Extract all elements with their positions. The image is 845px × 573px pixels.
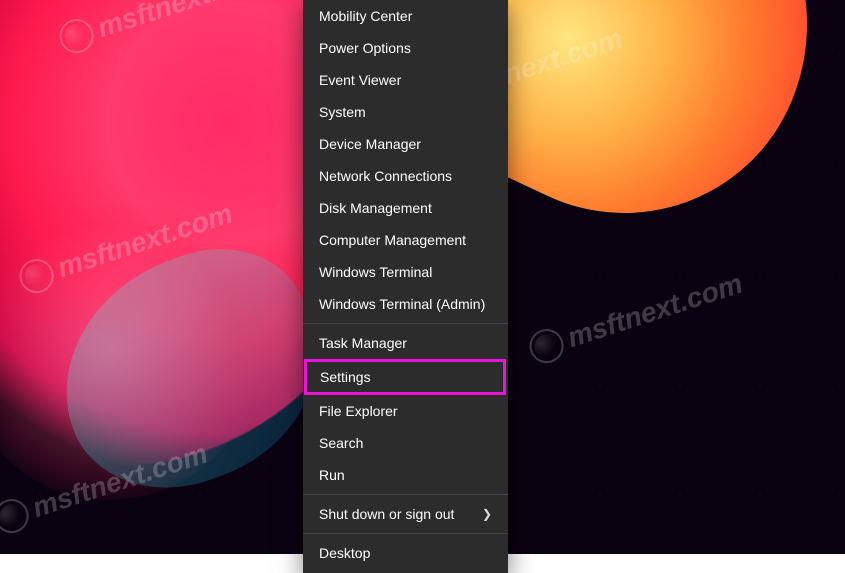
menu-item-device-manager[interactable]: Device Manager — [303, 128, 508, 160]
menu-item-desktop[interactable]: Desktop — [303, 537, 508, 569]
winx-context-menu: Mobility Center Power Options Event View… — [303, 0, 508, 573]
menu-separator — [303, 323, 508, 324]
menu-item-mobility-center[interactable]: Mobility Center — [303, 0, 508, 32]
menu-item-run[interactable]: Run — [303, 459, 508, 491]
menu-separator — [303, 533, 508, 534]
menu-item-file-explorer[interactable]: File Explorer — [303, 395, 508, 427]
menu-item-computer-management[interactable]: Computer Management — [303, 224, 508, 256]
menu-item-task-manager[interactable]: Task Manager — [303, 327, 508, 359]
menu-item-power-options[interactable]: Power Options — [303, 32, 508, 64]
menu-item-windows-terminal[interactable]: Windows Terminal — [303, 256, 508, 288]
menu-item-system[interactable]: System — [303, 96, 508, 128]
highlighted-menu-item: Settings — [304, 359, 506, 395]
menu-item-search[interactable]: Search — [303, 427, 508, 459]
menu-separator — [303, 494, 508, 495]
menu-item-shutdown-signout[interactable]: Shut down or sign out ❯ — [303, 498, 508, 530]
menu-item-settings[interactable]: Settings — [307, 362, 503, 392]
menu-item-event-viewer[interactable]: Event Viewer — [303, 64, 508, 96]
menu-item-windows-terminal-admin[interactable]: Windows Terminal (Admin) — [303, 288, 508, 320]
menu-item-network-connections[interactable]: Network Connections — [303, 160, 508, 192]
chevron-right-icon: ❯ — [482, 505, 492, 523]
menu-item-disk-management[interactable]: Disk Management — [303, 192, 508, 224]
